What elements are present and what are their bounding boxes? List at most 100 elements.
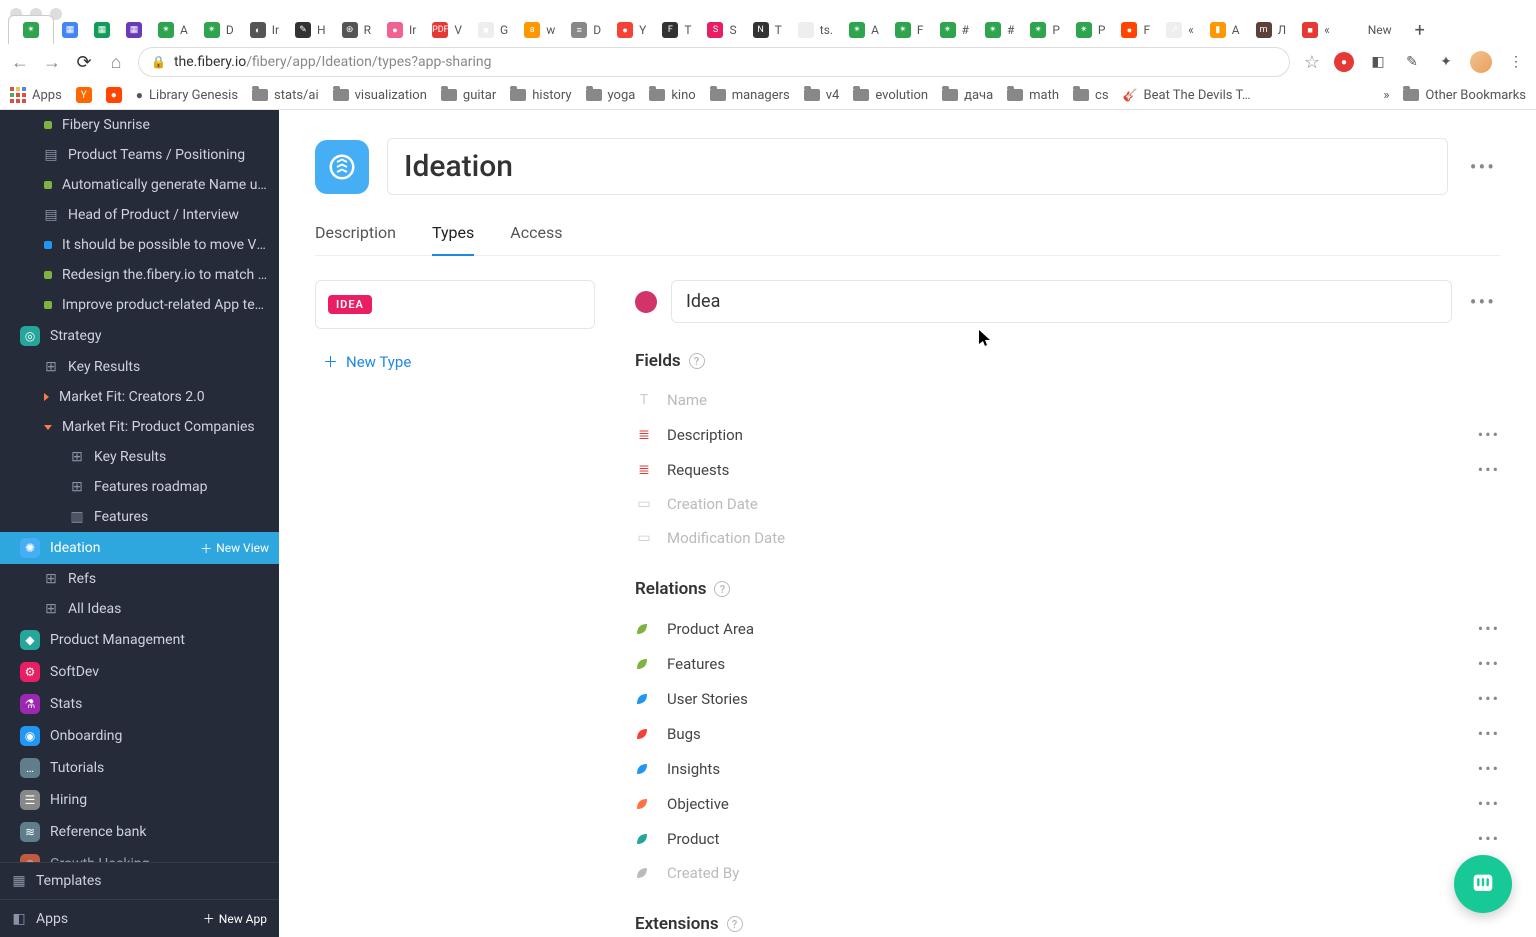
new-type-button[interactable]: ＋ New Type xyxy=(315,345,595,378)
relation-more-button[interactable]: ••• xyxy=(1478,654,1500,673)
puzzle-icon[interactable]: ✦ xyxy=(1436,52,1456,72)
main-tab[interactable]: Access xyxy=(510,215,562,255)
browser-tab[interactable]: ●Y xyxy=(609,16,654,44)
relation-more-button[interactable]: ••• xyxy=(1478,619,1500,638)
extension-icon[interactable]: ◧ xyxy=(1368,52,1388,72)
relation-row[interactable]: Objective••• xyxy=(635,786,1500,821)
sidebar-item[interactable]: ✺Ideation＋New View xyxy=(0,532,279,564)
sidebar-item[interactable]: ◆Product Management xyxy=(0,624,279,656)
relation-row[interactable]: Product Area••• xyxy=(635,611,1500,646)
profile-avatar[interactable] xyxy=(1470,51,1492,73)
browser-tab[interactable]: ◐Ir xyxy=(242,16,287,44)
bookmark-item[interactable]: kino xyxy=(649,88,695,103)
sidebar-item[interactable]: Improve product-related App te… xyxy=(0,290,279,320)
browser-tab[interactable]: ≡D xyxy=(563,16,609,44)
browser-tab[interactable]: ✴P xyxy=(1068,16,1114,44)
bookmark-item[interactable]: visualization xyxy=(333,88,427,103)
sidebar-item[interactable]: ⚙SoftDev xyxy=(0,656,279,688)
sidebar-item[interactable]: ⊞Features roadmap xyxy=(0,472,279,502)
sidebar-item[interactable]: ⊞Refs xyxy=(0,564,279,594)
bookmark-item[interactable]: Y xyxy=(76,87,92,103)
sidebar-item[interactable]: ⊞Key Results xyxy=(0,352,279,382)
new-tab-button[interactable]: + xyxy=(1406,16,1434,44)
bookmark-item[interactable]: cs xyxy=(1073,88,1109,103)
browser-tab[interactable]: ■G xyxy=(470,16,516,44)
relation-more-button[interactable]: ••• xyxy=(1478,724,1500,743)
relation-row[interactable]: Features••• xyxy=(635,646,1500,681)
bookmark-item[interactable]: ●Library Genesis xyxy=(136,88,238,103)
browser-tab[interactable]: ▮A xyxy=(1202,16,1248,44)
browser-tab[interactable]: SS xyxy=(699,16,744,44)
browser-tab[interactable]: ⊛R xyxy=(334,16,379,44)
browser-tab[interactable]: ●Ir xyxy=(379,16,424,44)
new-app-button[interactable]: ＋New App xyxy=(203,910,267,927)
field-row[interactable]: TName xyxy=(635,383,1500,417)
bookmark-item[interactable]: math xyxy=(1007,88,1059,103)
browser-tab[interactable]: ▦ xyxy=(86,16,118,44)
browser-tab[interactable]: ✴F xyxy=(887,16,932,44)
sidebar-item[interactable]: It should be possible to move Vi… xyxy=(0,230,279,260)
relation-row[interactable]: Product••• xyxy=(635,821,1500,856)
field-row[interactable]: ≣Description••• xyxy=(635,417,1500,452)
sidebar-apps[interactable]: ◧ Apps ＋New App xyxy=(0,899,279,937)
browser-tab[interactable]: New xyxy=(1338,16,1400,44)
field-row[interactable]: ≣Requests••• xyxy=(635,452,1500,487)
browser-tab[interactable]: ✴ xyxy=(8,15,54,44)
type-color-swatch[interactable] xyxy=(635,291,657,313)
sidebar-item[interactable]: ≋Reference bank xyxy=(0,816,279,848)
sidebar-item[interactable]: Market Fit: Creators 2.0 xyxy=(0,382,279,412)
browser-tab[interactable]: ✴# xyxy=(977,16,1022,44)
browser-tab[interactable]: aw xyxy=(516,16,563,44)
sidebar-item[interactable]: ⚗Stats xyxy=(0,688,279,720)
relation-more-button[interactable]: ••• xyxy=(1478,794,1500,813)
main-tab[interactable]: Description xyxy=(315,215,396,255)
reload-button[interactable]: ⟳ xyxy=(74,52,94,73)
sidebar-item[interactable]: ☰Hiring xyxy=(0,784,279,816)
browser-tab[interactable]: ✴A xyxy=(150,16,196,44)
browser-tab[interactable]: ■« xyxy=(1294,16,1338,44)
sidebar-item[interactable]: ⊞Key Results xyxy=(0,442,279,472)
help-icon[interactable]: ? xyxy=(727,916,743,932)
app-more-button[interactable]: ••• xyxy=(1466,151,1500,183)
relation-row[interactable]: Insights••• xyxy=(635,751,1500,786)
sidebar-templates[interactable]: ▦ Templates xyxy=(0,863,279,899)
browser-tab[interactable]: NT xyxy=(745,16,790,44)
intercom-fab[interactable] xyxy=(1454,855,1512,913)
bookmark-item[interactable]: дача xyxy=(942,88,993,103)
home-button[interactable]: ⌂ xyxy=(106,52,126,73)
bookmark-item[interactable]: v4 xyxy=(804,88,840,103)
relation-more-button[interactable]: ••• xyxy=(1478,759,1500,778)
bookmark-item[interactable]: managers xyxy=(710,88,790,103)
sidebar-item[interactable]: ▤Head of Product / Interview xyxy=(0,200,279,230)
help-icon[interactable]: ? xyxy=(714,581,730,597)
browser-tab[interactable]: mЛ xyxy=(1248,16,1295,44)
sidebar-item[interactable]: ⊞All Ideas xyxy=(0,594,279,624)
other-bookmarks[interactable]: Other Bookmarks xyxy=(1403,88,1526,103)
type-name-input[interactable]: Idea xyxy=(671,280,1452,323)
back-button[interactable]: ← xyxy=(10,52,30,73)
bookmarks-overflow[interactable]: » xyxy=(1383,88,1389,103)
sidebar-item[interactable]: Market Fit: Product Companies xyxy=(0,412,279,442)
url-field[interactable]: 🔒 the.fibery.io/fibery/app/Ideation/type… xyxy=(138,47,1290,77)
sidebar-item[interactable]: Redesign the.fibery.io to match … xyxy=(0,260,279,290)
bookmark-item[interactable]: yoga xyxy=(586,88,636,103)
bookmark-item[interactable]: history xyxy=(510,88,571,103)
field-more-button[interactable]: ••• xyxy=(1478,460,1500,479)
bookmark-item[interactable]: Apps xyxy=(10,87,62,103)
browser-tab[interactable]: ▦ xyxy=(54,16,86,44)
browser-tab[interactable]: ↗« xyxy=(1158,16,1202,44)
relation-row[interactable]: Created By xyxy=(635,856,1500,890)
relation-more-button[interactable]: ••• xyxy=(1478,689,1500,708)
browser-tab[interactable]: PDFV xyxy=(424,16,470,44)
bookmark-item[interactable]: 🎸Beat The Devils T… xyxy=(1123,88,1251,103)
field-more-button[interactable]: ••• xyxy=(1478,425,1500,444)
sidebar-item[interactable]: ▥Features xyxy=(0,502,279,532)
type-card[interactable]: IDEA xyxy=(315,280,595,329)
browser-tab[interactable]: ✴# xyxy=(932,16,977,44)
browser-tab[interactable]: ✴D xyxy=(196,16,242,44)
browser-tab[interactable]: ✴A xyxy=(841,16,887,44)
type-more-button[interactable]: ••• xyxy=(1466,286,1500,318)
help-icon[interactable]: ? xyxy=(689,353,705,369)
menu-icon[interactable]: ⋮ xyxy=(1506,52,1526,72)
app-title-input[interactable]: Ideation xyxy=(387,138,1448,195)
